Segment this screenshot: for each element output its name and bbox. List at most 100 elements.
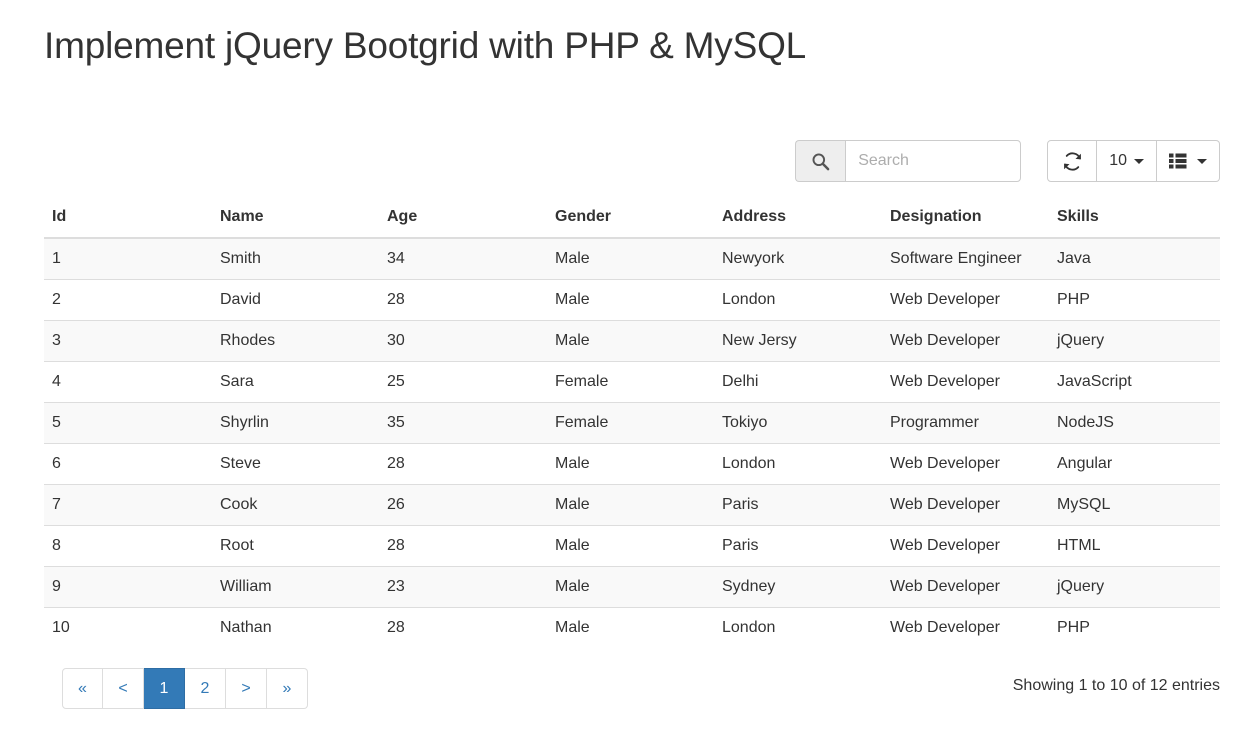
cell-age: 23 [379,566,547,608]
table-row[interactable]: 7 Cook 26 Male Paris Web Developer MySQL [44,484,1220,526]
pagination-next[interactable]: > [226,668,267,709]
cell-name: Root [212,525,379,567]
cell-designation: Web Developer [882,443,1049,485]
cell-address: Newyork [714,237,882,280]
cell-address: Paris [714,484,882,526]
cell-gender: Male [547,320,714,362]
column-list-icon [1169,153,1189,169]
pagination-page-1[interactable]: 1 [144,668,185,709]
cell-id: 5 [44,402,212,444]
cell-name: Cook [212,484,379,526]
cell-designation: Web Developer [882,320,1049,362]
table-row[interactable]: 3 Rhodes 30 Male New Jersy Web Developer jQuer… [44,320,1220,362]
column-header-gender[interactable]: Gender [547,200,714,239]
grid-header: 10 [44,140,1220,188]
column-header-skills[interactable]: Skills [1049,200,1220,239]
refresh-button[interactable] [1047,140,1098,182]
table-row[interactable]: 6 Steve 28 Male London Web Developer Angular [44,443,1220,485]
cell-skills: Angular [1049,443,1220,485]
rowcount-dropdown[interactable]: 10 [1097,140,1157,182]
pagination: «<1 2 >» [62,668,308,709]
cell-id: 1 [44,237,212,280]
search-icon [795,140,846,182]
cell-address: London [714,607,882,648]
search-group [795,140,1022,182]
refresh-icon [1062,151,1083,172]
column-header-name[interactable]: Name [212,200,379,239]
cell-gender: Male [547,443,714,485]
cell-address: London [714,443,882,485]
cell-name: William [212,566,379,608]
table-head: Id Name Age Gender Address Designation S… [44,200,1220,239]
cell-address: Delhi [714,361,882,403]
cell-age: 30 [379,320,547,362]
cell-id: 8 [44,525,212,567]
cell-name: Smith [212,237,379,280]
cell-id: 3 [44,320,212,362]
pagination-page-2[interactable]: 2 [185,668,226,709]
cell-gender: Female [547,361,714,403]
cell-id: 4 [44,361,212,403]
cell-name: Sara [212,361,379,403]
cell-age: 26 [379,484,547,526]
column-header-address[interactable]: Address [714,200,882,239]
bootgrid-container: 10 [44,140,1220,718]
cell-designation: Software Engineer [882,237,1049,280]
cell-designation: Web Developer [882,361,1049,403]
pagination-prev[interactable]: < [103,668,144,709]
cell-age: 28 [379,443,547,485]
cell-designation: Web Developer [882,566,1049,608]
table-row[interactable]: 5 Shyrlin 35 Female Tokiyo Programmer NodeJS [44,402,1220,444]
cell-designation: Web Developer [882,279,1049,321]
column-header-designation[interactable]: Designation [882,200,1049,239]
cell-age: 35 [379,402,547,444]
cell-skills: Java [1049,237,1220,280]
cell-address: Tokiyo [714,402,882,444]
table-row[interactable]: 2 David 28 Male London Web Developer PHP [44,279,1220,321]
cell-designation: Web Developer [882,484,1049,526]
table-row[interactable]: 1 Smith 34 Male Newyork Software Engineer Java [44,237,1220,280]
cell-gender: Male [547,525,714,567]
cell-gender: Male [547,279,714,321]
cell-name: Shyrlin [212,402,379,444]
cell-age: 28 [379,525,547,567]
cell-id: 10 [44,607,212,648]
cell-address: London [714,279,882,321]
cell-age: 25 [379,361,547,403]
chevron-down-icon [1197,158,1207,164]
cell-skills: HTML [1049,525,1220,567]
cell-address: Paris [714,525,882,567]
cell-age: 34 [379,237,547,280]
table-row[interactable]: 10 Nathan 28 Male London Web Developer PHP [44,607,1220,648]
cell-skills: jQuery [1049,320,1220,362]
pagination-first[interactable]: « [62,668,103,709]
pagination-last[interactable]: » [267,668,308,709]
table-row[interactable]: 4 Sara 25 Female Delhi Web Developer JavaScrip… [44,361,1220,403]
cell-name: Steve [212,443,379,485]
chevron-down-icon [1134,158,1144,164]
cell-name: Nathan [212,607,379,648]
cell-id: 2 [44,279,212,321]
cell-address: Sydney [714,566,882,608]
data-table: Id Name Age Gender Address Designation S… [44,200,1220,648]
cell-skills: PHP [1049,279,1220,321]
cell-skills: PHP [1049,607,1220,648]
pagination-info: Showing 1 to 10 of 12 entries [1012,677,1220,694]
table-row[interactable]: 8 Root 28 Male Paris Web Developer HTML [44,525,1220,567]
cell-designation: Programmer [882,402,1049,444]
rowcount-label: 10 [1109,152,1127,169]
cell-gender: Female [547,402,714,444]
cell-skills: MySQL [1049,484,1220,526]
cell-skills: JavaScript [1049,361,1220,403]
cell-gender: Male [547,237,714,280]
cell-gender: Male [547,607,714,648]
column-header-age[interactable]: Age [379,200,547,239]
table-row[interactable]: 9 William 23 Male Sydney Web Developer jQuery [44,566,1220,608]
cell-address: New Jersy [714,320,882,362]
column-header-id[interactable]: Id [44,200,212,239]
cell-name: David [212,279,379,321]
search-input[interactable] [845,140,1022,182]
column-selection-dropdown[interactable] [1157,140,1220,182]
table-body: 1 Smith 34 Male Newyork Software Engineer Java… [44,237,1220,648]
table-header-row: Id Name Age Gender Address Designation S… [44,200,1220,239]
